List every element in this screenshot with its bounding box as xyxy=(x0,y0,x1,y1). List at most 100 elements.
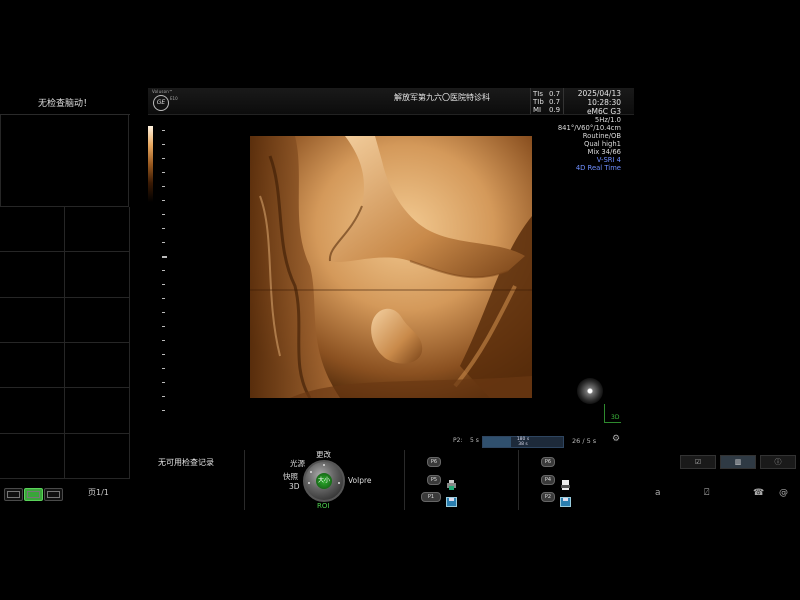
cine-label: P2: xyxy=(453,437,463,444)
depth-tick xyxy=(162,130,165,131)
thumbnail-slot[interactable] xyxy=(65,297,130,343)
knob-label-roi[interactable]: ROI xyxy=(317,502,329,510)
preset-button-p1[interactable]: P1 xyxy=(421,492,441,502)
phone-icon[interactable]: ☎ xyxy=(753,488,764,498)
patient-status-title: 无检查脑动！ xyxy=(37,99,92,109)
preset-button-p4[interactable]: P4 xyxy=(541,475,555,485)
thumbnail-slot[interactable] xyxy=(0,388,65,434)
knob-dot xyxy=(338,482,340,484)
knob-label-change: 更改 xyxy=(316,450,331,459)
ge-logo-icon: GE xyxy=(153,95,169,111)
param-preset: Routine/OB xyxy=(582,132,621,140)
knob-label-3d: 3D xyxy=(289,482,300,491)
cine-progress-bar[interactable]: 180 s 38 s xyxy=(482,436,564,448)
exam-date: 2025/04/13 xyxy=(577,89,621,98)
thumbnail-slot[interactable] xyxy=(0,342,65,389)
exam-time: 10:28:30 xyxy=(587,98,621,107)
param-mix: Mix 34/66 xyxy=(587,148,621,156)
monitor-icon[interactable]: ⍁ xyxy=(704,488,709,498)
orientation-ball-icon[interactable] xyxy=(577,378,603,404)
knob-dot xyxy=(323,464,325,466)
depth-tick xyxy=(162,158,165,159)
color-map-bar xyxy=(148,126,153,202)
thumbnail-panel xyxy=(0,114,130,479)
depth-tick xyxy=(162,214,165,215)
depth-tick xyxy=(162,410,165,411)
knob-label-volpre: Volpre xyxy=(348,476,372,485)
ge-voluson-logo: Voluson™ GE E10 xyxy=(150,89,178,113)
layout-grid-button[interactable] xyxy=(44,488,63,501)
divider xyxy=(518,450,519,510)
depth-tick xyxy=(162,284,165,285)
depth-tick xyxy=(162,354,165,355)
index-mi: MI 0.9 xyxy=(533,106,561,114)
depth-tick xyxy=(162,200,165,201)
right-tab-bar: ☑ ▥ ⓘ xyxy=(680,455,796,469)
depth-tick xyxy=(162,186,165,187)
thumbnail-slot[interactable] xyxy=(0,297,65,343)
probe-name: eM6C G3 xyxy=(586,107,621,116)
index-tib: TIb 0.7 xyxy=(533,98,561,106)
tab-chart[interactable]: ▥ xyxy=(720,455,756,469)
save-disk-icon[interactable] xyxy=(446,492,457,507)
preset-button-p2[interactable]: P2 xyxy=(541,492,555,502)
depth-tick xyxy=(162,312,165,313)
depth-tick xyxy=(162,340,165,341)
layout-quad-button[interactable] xyxy=(24,488,43,501)
thumbnail-slot[interactable] xyxy=(65,433,130,479)
depth-tick xyxy=(162,368,165,369)
param-vsri: V-SRI 4 xyxy=(596,156,621,164)
page-indicator: 页1/1 xyxy=(88,488,109,497)
tab-info[interactable]: ⓘ xyxy=(760,455,796,469)
preset-button-p6-right[interactable]: P6 xyxy=(541,457,555,467)
header-divider xyxy=(530,88,531,114)
settings-gear-icon[interactable]: ⚙ xyxy=(612,434,620,444)
thumbnail-slot[interactable] xyxy=(65,342,130,389)
save-disk-icon[interactable] xyxy=(560,492,571,507)
thumbnail-slot[interactable] xyxy=(65,252,130,298)
logo-model-text: E10 xyxy=(170,96,178,101)
printer-icon[interactable] xyxy=(446,475,457,490)
thumbnail-slot[interactable] xyxy=(65,388,130,434)
fetal-render-svg xyxy=(250,136,532,398)
knob-center-size[interactable]: 大小 xyxy=(316,473,332,489)
tab-checklist[interactable]: ☑ xyxy=(680,455,716,469)
knob-dot xyxy=(308,482,310,484)
thumbnail-slot[interactable] xyxy=(65,207,130,253)
thumbnail-slot-main[interactable] xyxy=(0,115,129,207)
no-record-text: 无可用检查记录 xyxy=(158,458,214,467)
knob-label-snapshot: 快照 xyxy=(283,472,298,481)
param-quality: Qual high1 xyxy=(583,140,621,148)
header-bar xyxy=(148,88,634,115)
control-knob[interactable]: 大小 xyxy=(303,460,345,502)
depth-tick xyxy=(162,228,165,229)
depth-tick xyxy=(162,270,165,271)
depth-tick xyxy=(162,172,165,173)
preset-button-p5[interactable]: P5 xyxy=(427,475,441,485)
thumbnail-slot[interactable] xyxy=(0,433,65,479)
document-icon[interactable] xyxy=(560,475,571,490)
cine-left-value: 5 s xyxy=(470,437,479,444)
depth-tick xyxy=(162,326,165,327)
cine-right-value: 26 / 5 s xyxy=(572,437,597,445)
param-geometry: 841°/V60°/10.4cm xyxy=(557,124,621,132)
thumbnail-slot[interactable] xyxy=(0,207,65,253)
thumbnail-slot[interactable] xyxy=(0,252,65,298)
text-annotation-icon[interactable]: a xyxy=(655,488,661,498)
layout-single-button[interactable] xyxy=(4,488,23,501)
depth-tick xyxy=(162,242,165,243)
preset-button-p6[interactable]: P6 xyxy=(427,457,441,467)
logo-voluson-text: Voluson™ xyxy=(152,89,174,94)
divider xyxy=(244,450,245,510)
depth-tick xyxy=(162,256,167,258)
param-mode: 4D Real Time xyxy=(575,164,621,172)
rendered-3d-image[interactable] xyxy=(250,136,532,398)
imaging-parameters: 5Hz/1.0 841°/V60°/10.4cm Routine/OB Qual… xyxy=(540,116,621,172)
depth-tick xyxy=(162,144,165,145)
knob-dot xyxy=(310,471,312,473)
divider xyxy=(404,450,405,510)
index-tis: TIs 0.7 xyxy=(533,90,561,98)
at-sign-icon[interactable]: @ xyxy=(779,488,788,498)
depth-tick xyxy=(162,382,165,383)
thumbnail-grid xyxy=(0,207,130,479)
